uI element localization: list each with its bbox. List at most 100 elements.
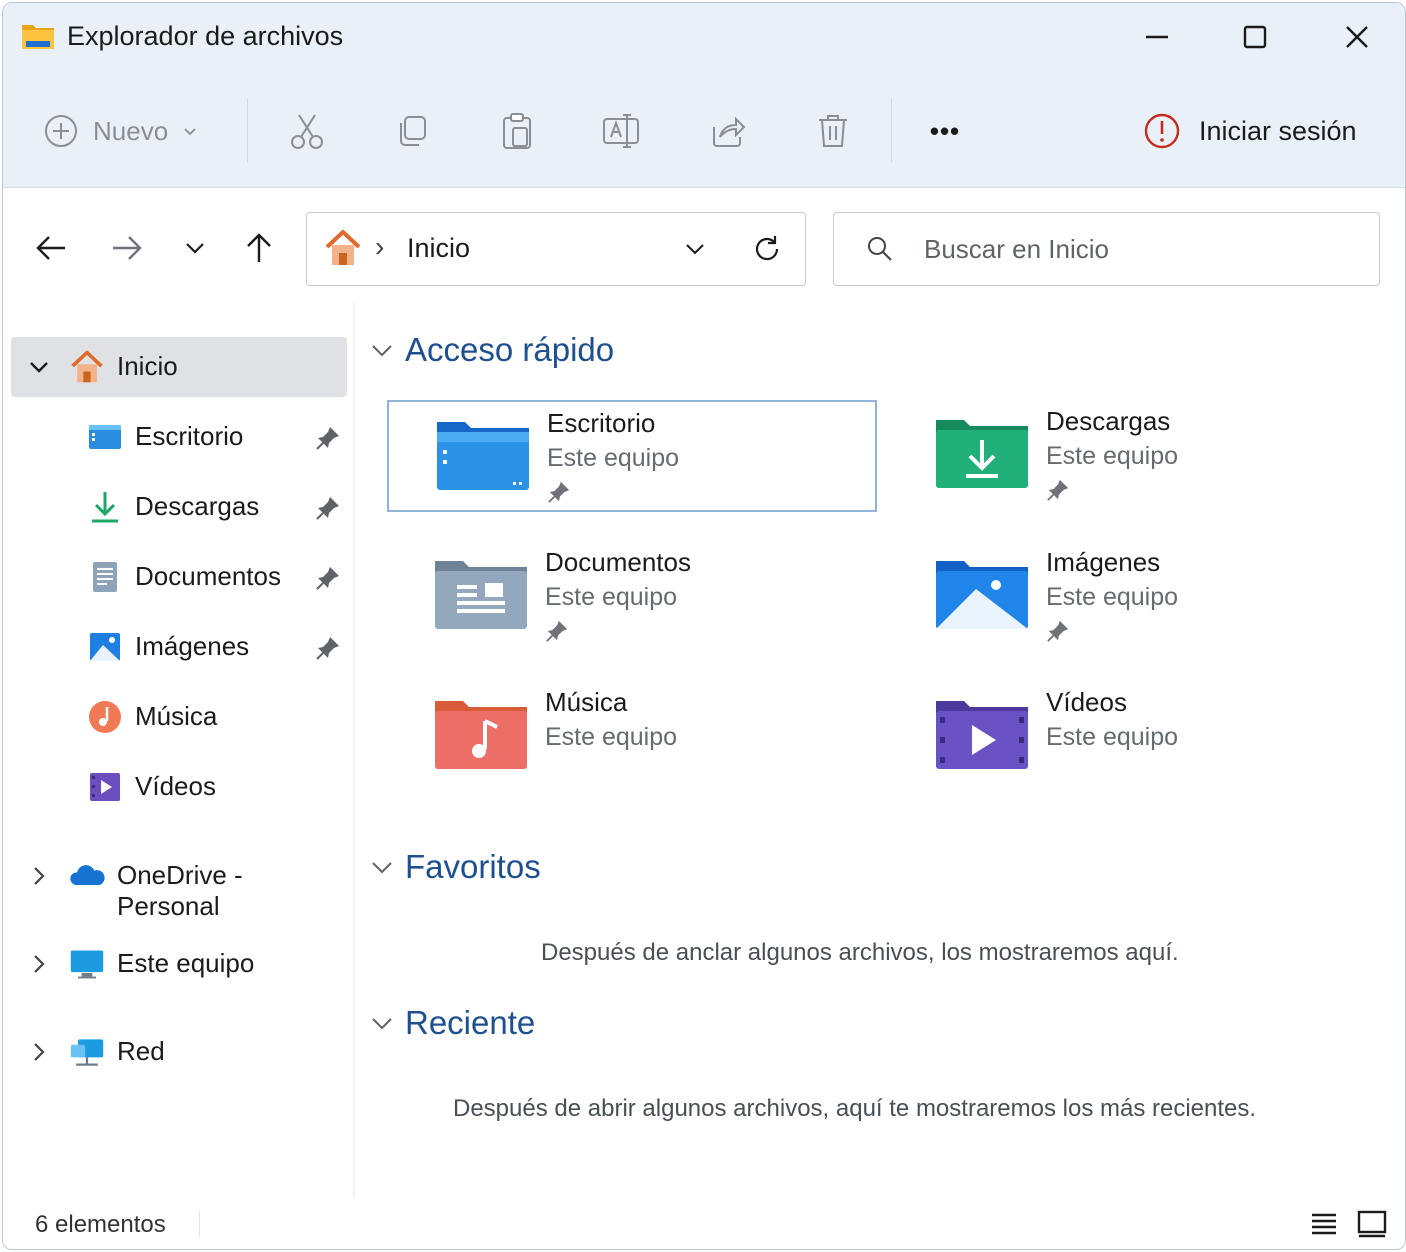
quick-access-tile-videos[interactable]: Vídeos Este equipo bbox=[888, 681, 1378, 793]
sidebar-item-label: Descargas bbox=[135, 491, 260, 521]
forward-arrow-icon bbox=[113, 236, 142, 260]
more-icon: ••• bbox=[929, 115, 961, 146]
recent-empty-message: Después de abrir algunos archivos, aquí … bbox=[453, 1095, 1257, 1122]
tile-location: Este equipo bbox=[545, 583, 678, 611]
this-pc-icon bbox=[70, 950, 104, 979]
tile-location: Este equipo bbox=[1046, 442, 1179, 470]
chevron-right-icon[interactable] bbox=[27, 952, 51, 976]
navigation-pane: Inicio Escritorio Descargas Documentos I… bbox=[3, 303, 353, 1198]
content-pane: Acceso rápido Escritorio Este equipo Des… bbox=[355, 303, 1405, 1198]
sidebar-item-inicio[interactable]: Inicio bbox=[11, 337, 347, 397]
pin-icon bbox=[316, 427, 339, 450]
back-button[interactable] bbox=[29, 226, 73, 270]
chevron-down-icon[interactable] bbox=[27, 355, 51, 379]
download-icon bbox=[92, 492, 118, 523]
pictures-folder-icon bbox=[936, 561, 1028, 629]
address-bar[interactable]: › Inicio bbox=[306, 212, 806, 286]
title-bar[interactable]: Explorador de archivos bbox=[3, 3, 1405, 71]
file-explorer-app-icon bbox=[22, 25, 54, 49]
onedrive-cloud-icon bbox=[70, 865, 105, 885]
minimize-button[interactable] bbox=[1129, 15, 1185, 59]
sign-in-label: Iniciar sesión bbox=[1199, 115, 1357, 146]
refresh-icon bbox=[755, 236, 779, 261]
alert-icon bbox=[1144, 113, 1180, 149]
sidebar-item-imagenes[interactable]: Imágenes bbox=[11, 617, 347, 677]
desktop-folder-icon bbox=[437, 422, 529, 490]
sidebar-item-onedrive[interactable]: OneDrive - Personal bbox=[11, 846, 347, 921]
sidebar-item-label: Música bbox=[135, 701, 218, 731]
quick-access-tile-musica[interactable]: Música Este equipo bbox=[387, 681, 877, 793]
paste-button[interactable] bbox=[489, 103, 545, 159]
address-dropdown-button[interactable] bbox=[677, 233, 713, 265]
add-circle-icon bbox=[45, 115, 77, 147]
sidebar-item-label: Este equipo bbox=[117, 948, 255, 978]
address-dropdown-icon bbox=[686, 244, 704, 255]
pictures-icon bbox=[90, 633, 120, 661]
rename-button[interactable] bbox=[593, 103, 649, 159]
pin-icon bbox=[1047, 479, 1069, 501]
chevron-right-icon[interactable] bbox=[27, 864, 51, 888]
maximize-button[interactable] bbox=[1227, 15, 1283, 59]
rename-icon bbox=[603, 114, 639, 148]
chevron-down-icon bbox=[184, 128, 196, 136]
delete-button[interactable] bbox=[805, 103, 861, 159]
sidebar-item-label: OneDrive - Personal bbox=[117, 860, 243, 921]
music-folder-icon bbox=[435, 701, 527, 769]
close-icon bbox=[1346, 26, 1368, 48]
tile-location: Este equipo bbox=[1046, 583, 1179, 611]
sidebar-item-descargas[interactable]: Descargas bbox=[11, 477, 347, 537]
videos-icon bbox=[90, 773, 120, 801]
sidebar-item-label: Imágenes bbox=[135, 631, 250, 661]
search-input[interactable] bbox=[922, 229, 1346, 269]
pin-icon bbox=[316, 497, 339, 520]
refresh-button[interactable] bbox=[747, 229, 787, 269]
status-separator bbox=[199, 1211, 200, 1237]
quick-access-tile-imagenes[interactable]: Imágenes Este equipo bbox=[888, 541, 1378, 653]
forward-button[interactable] bbox=[105, 226, 149, 270]
sidebar-item-escritorio[interactable]: Escritorio bbox=[11, 407, 347, 467]
status-bar: 6 elementos bbox=[3, 1199, 1405, 1249]
pin-icon bbox=[1047, 620, 1069, 642]
cut-button[interactable] bbox=[279, 103, 335, 159]
up-arrow-icon bbox=[247, 233, 271, 262]
breadcrumb-location[interactable]: Inicio bbox=[407, 233, 470, 264]
home-icon bbox=[71, 350, 103, 383]
file-explorer-window: Explorador de archivos Nuevo ••• Iniciar… bbox=[2, 2, 1406, 1250]
command-bar: Nuevo ••• Iniciar sesión bbox=[3, 83, 1405, 179]
chevron-right-icon[interactable] bbox=[27, 1040, 51, 1064]
section-header-acceso-rapido[interactable]: Acceso rápido bbox=[369, 331, 614, 369]
recent-locations-button[interactable] bbox=[173, 226, 217, 270]
sidebar-item-documentos[interactable]: Documentos bbox=[11, 547, 347, 607]
navigation-bar: › Inicio bbox=[3, 188, 1405, 303]
quick-access-tile-escritorio[interactable]: Escritorio Este equipo bbox=[387, 400, 877, 512]
copy-button[interactable] bbox=[383, 103, 439, 159]
tiles-view-button[interactable] bbox=[1355, 1207, 1389, 1241]
quick-access-tile-documentos[interactable]: Documentos Este equipo bbox=[387, 541, 877, 653]
breadcrumb-separator: › bbox=[375, 231, 385, 262]
documents-folder-icon bbox=[435, 561, 527, 629]
new-button[interactable]: Nuevo bbox=[43, 103, 223, 159]
section-header-favoritos[interactable]: Favoritos bbox=[369, 848, 541, 886]
pin-icon bbox=[548, 481, 570, 503]
quick-access-tile-descargas[interactable]: Descargas Este equipo bbox=[888, 400, 1378, 512]
cut-icon bbox=[291, 114, 323, 149]
tile-location: Este equipo bbox=[545, 723, 678, 751]
search-box[interactable] bbox=[833, 212, 1380, 286]
section-header-reciente[interactable]: Reciente bbox=[369, 1004, 535, 1042]
sidebar-item-este-equipo[interactable]: Este equipo bbox=[11, 934, 347, 994]
details-view-button[interactable] bbox=[1307, 1207, 1341, 1241]
share-icon bbox=[713, 116, 746, 147]
tiles-view-icon bbox=[1357, 1210, 1387, 1238]
sign-in-button[interactable]: Iniciar sesión bbox=[1143, 103, 1357, 159]
more-options-button[interactable]: ••• bbox=[917, 103, 973, 159]
search-icon bbox=[868, 237, 892, 261]
documents-icon bbox=[93, 562, 117, 592]
up-button[interactable] bbox=[237, 226, 281, 270]
sidebar-item-videos[interactable]: Vídeos bbox=[11, 757, 347, 817]
close-button[interactable] bbox=[1329, 15, 1385, 59]
window-title: Explorador de archivos bbox=[67, 21, 344, 51]
sidebar-item-musica[interactable]: Música bbox=[11, 687, 347, 747]
chevron-down-icon bbox=[372, 1018, 392, 1030]
share-button[interactable] bbox=[699, 103, 755, 159]
sidebar-item-red[interactable]: Red bbox=[11, 1022, 347, 1082]
